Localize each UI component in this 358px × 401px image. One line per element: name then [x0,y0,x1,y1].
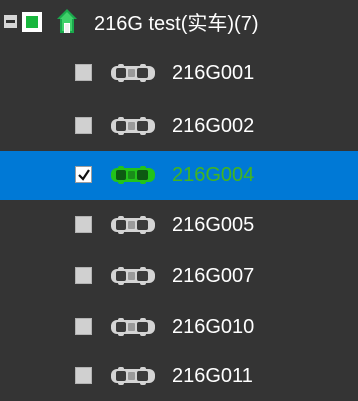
vehicle-label: 216G001 [172,62,255,84]
checkmark-icon [78,169,90,181]
car-icon [111,64,155,82]
vehicle-label: 216G011 [172,365,253,387]
car-icon [111,216,155,234]
car-icon [111,267,155,285]
vehicle-label: 216G005 [172,214,255,236]
collapse-icon[interactable] [4,15,17,28]
home-icon [57,9,77,33]
car-online-icon [111,166,155,184]
vehicle-checkbox[interactable] [75,117,92,134]
car-icon [111,117,155,135]
vehicle-checkbox[interactable] [75,367,92,384]
tree-group-row[interactable]: 216G test(实车)(7) [0,0,358,44]
tree-item-vehicle[interactable]: 216G007 [0,252,358,301]
car-icon [111,318,155,336]
car-icon [111,367,155,385]
vehicle-label: 216G004 [172,164,255,186]
vehicle-label: 216G007 [172,265,255,287]
vehicle-checkbox[interactable] [75,64,92,81]
tree-item-vehicle[interactable]: 216G001 [0,49,358,98]
tree-item-vehicle[interactable]: 216G010 [0,303,358,352]
vehicle-tree: 216G test(实车)(7) 216G001 216G002 216G004… [0,0,358,401]
vehicle-label: 216G002 [172,115,255,137]
tree-item-vehicle[interactable]: 216G005 [0,201,358,250]
vehicle-checkbox[interactable] [75,216,92,233]
tree-item-vehicle[interactable]: 216G011 [0,352,358,401]
vehicle-checkbox-checked[interactable] [75,166,92,183]
vehicle-label: 216G010 [172,316,255,338]
vehicle-checkbox[interactable] [75,267,92,284]
group-checkbox[interactable] [22,12,42,32]
tree-item-vehicle[interactable]: 216G002 [0,102,358,151]
vehicle-checkbox[interactable] [75,318,92,335]
tree-item-vehicle-selected[interactable]: 216G004 [0,151,358,200]
group-label: 216G test(实车)(7) [94,13,259,35]
